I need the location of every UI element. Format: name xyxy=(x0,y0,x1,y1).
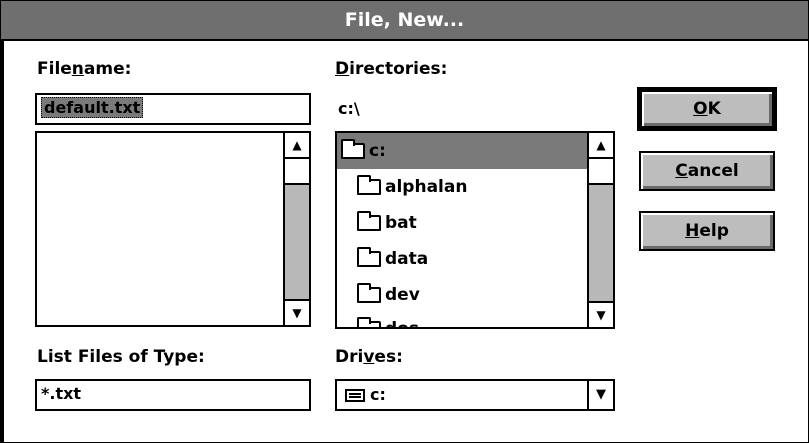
title-bar[interactable]: File, New... xyxy=(1,1,808,41)
directory-item-label: alphalan xyxy=(385,177,468,197)
folder-icon xyxy=(357,211,381,231)
folder-icon xyxy=(357,317,381,327)
directory-item-c[interactable]: c: xyxy=(337,133,589,169)
down-arrow-icon[interactable]: ▼ xyxy=(589,301,613,327)
open-folder-icon xyxy=(341,139,365,159)
up-arrow-icon[interactable]: ▲ xyxy=(589,133,613,159)
directory-item-label: bat xyxy=(385,213,417,233)
ok-button[interactable]: OK xyxy=(637,87,777,131)
window-left-border xyxy=(1,41,4,442)
directory-list-scroll-thumb[interactable] xyxy=(589,159,613,185)
directory-item-dev[interactable]: dev xyxy=(357,277,420,313)
help-button[interactable]: Help xyxy=(639,211,775,251)
file-list-scroll-thumb[interactable] xyxy=(285,159,309,185)
directories-label: Directories: xyxy=(335,59,448,79)
drives-label: Drives: xyxy=(335,347,403,367)
filename-label: Filename: xyxy=(37,59,132,79)
directory-item-bat[interactable]: bat xyxy=(357,205,417,241)
drives-select[interactable]: c: ▼ xyxy=(335,379,615,411)
directory-item-label: c: xyxy=(369,141,386,161)
directory-list[interactable]: c: alphalan bat data dev dos ▲ ▼ xyxy=(335,131,615,329)
directory-item-alphalan[interactable]: alphalan xyxy=(357,169,467,205)
file-list[interactable]: ▲ ▼ xyxy=(35,131,311,327)
directory-item-label: data xyxy=(385,249,429,269)
directory-item-data[interactable]: data xyxy=(357,241,428,277)
directory-item-dos[interactable]: dos xyxy=(357,311,419,329)
filename-input[interactable]: default.txt xyxy=(35,93,311,125)
up-arrow-icon[interactable]: ▲ xyxy=(285,133,309,159)
folder-icon xyxy=(357,247,381,267)
directory-item-label: dos xyxy=(385,319,419,329)
window-title: File, New... xyxy=(344,9,465,31)
file-list-scrollbar[interactable]: ▲ ▼ xyxy=(283,133,309,325)
cancel-button[interactable]: Cancel xyxy=(639,151,775,191)
filename-input-value: default.txt xyxy=(41,97,144,118)
directory-list-scrollbar[interactable]: ▲ ▼ xyxy=(587,133,613,327)
down-arrow-icon[interactable]: ▼ xyxy=(285,299,309,325)
drives-value: c: xyxy=(370,385,386,404)
current-directory-path: c:\ xyxy=(338,99,360,118)
folder-icon xyxy=(357,283,381,303)
file-type-label: List Files of Type: xyxy=(37,347,205,367)
file-new-dialog: File, New... Filename: default.txt ▲ ▼ D… xyxy=(0,0,809,443)
file-type-value: *.txt xyxy=(41,384,82,403)
file-type-select[interactable]: *.txt xyxy=(35,379,311,411)
folder-icon xyxy=(357,175,381,195)
dropdown-arrow-icon[interactable]: ▼ xyxy=(587,381,613,409)
directory-item-label: dev xyxy=(385,285,420,305)
drive-icon xyxy=(345,388,365,402)
